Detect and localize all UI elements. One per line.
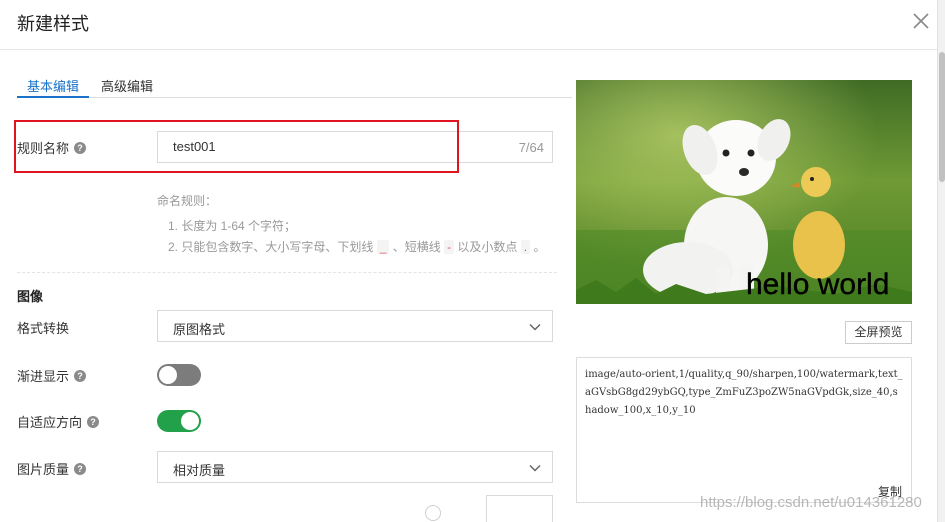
- help-icon[interactable]: ?: [74, 369, 87, 382]
- auto-orient-label-text: 自适应方向: [17, 415, 83, 430]
- naming-rules-heading: 命名规则：: [157, 194, 218, 208]
- rule-name-label-text: 规则名称: [17, 141, 70, 156]
- format-select[interactable]: 原图格式: [157, 310, 553, 342]
- vertical-scrollbar[interactable]: [937, 0, 945, 522]
- dialog-title: 新建样式: [17, 14, 89, 34]
- format-select-value: 原图格式: [173, 322, 226, 337]
- preview-watermark-text: hello world: [746, 268, 889, 301]
- auto-orient-label: 自适应方向 ?: [17, 412, 100, 431]
- section-divider: [17, 272, 557, 273]
- char-counter: 7/64: [518, 140, 544, 155]
- format-label-text: 格式转换: [17, 321, 70, 336]
- rule-name-label: 规则名称 ?: [17, 138, 87, 157]
- naming-rule-1: 1. 长度为 1-64 个字符；: [168, 219, 297, 233]
- quality-select[interactable]: 相对质量: [157, 451, 553, 483]
- style-code-box: image/auto-orient,1/quality,q_90/sharpen…: [576, 357, 912, 503]
- quality-label-text: 图片质量: [17, 462, 70, 477]
- naming-rule-2-dot-text: 以及小数点: [457, 240, 518, 254]
- format-label: 格式转换: [17, 318, 69, 337]
- progressive-label-text: 渐进显示: [17, 369, 70, 384]
- toggle-knob: [159, 366, 177, 384]
- chevron-down-icon: [529, 464, 541, 472]
- help-icon[interactable]: ?: [87, 415, 100, 428]
- progressive-toggle[interactable]: [157, 364, 201, 386]
- toggle-knob: [181, 412, 199, 430]
- blog-watermark: https://blog.csdn.net/u014361280: [700, 494, 922, 511]
- help-icon[interactable]: ?: [74, 462, 87, 475]
- rule-name-field[interactable]: 7/64: [157, 131, 553, 163]
- help-icon[interactable]: ?: [74, 141, 87, 154]
- underscore-code: _: [376, 240, 390, 254]
- quality-number-input[interactable]: [486, 495, 553, 522]
- close-icon[interactable]: [910, 10, 932, 32]
- tab-basic-edit[interactable]: 基本编辑: [17, 78, 89, 98]
- naming-rule-2: 2. 只能包含数字、大小写字母、下划线 _ 、短横线 - 以及小数点 . 。: [168, 238, 545, 255]
- rule-name-input[interactable]: [173, 139, 473, 154]
- chevron-down-icon: [529, 323, 541, 331]
- image-section-title: 图像: [17, 289, 44, 304]
- dot-code: .: [520, 240, 531, 254]
- dash-code: -: [444, 240, 455, 254]
- quality-select-value: 相对质量: [173, 463, 226, 478]
- tab-advanced-edit[interactable]: 高级编辑: [101, 78, 153, 98]
- quality-slider-handle[interactable]: [425, 505, 441, 521]
- preview-image: hello world: [576, 80, 912, 304]
- progressive-label: 渐进显示 ?: [17, 366, 87, 385]
- quality-label: 图片质量 ?: [17, 459, 87, 478]
- naming-rule-2-text: 2. 只能包含数字、大小写字母、下划线: [168, 240, 374, 254]
- dialog-header: 新建样式: [0, 0, 937, 50]
- scrollbar-thumb[interactable]: [939, 52, 945, 182]
- fullscreen-preview-button[interactable]: 全屏预览: [845, 321, 912, 344]
- naming-rule-2-end: 。: [533, 240, 546, 254]
- new-style-dialog: 新建样式 基本编辑 高级编辑 规则名称 ? 7/64 命名规则： 1. 长度为 …: [0, 0, 945, 522]
- edit-tabs: 基本编辑 高级编辑: [17, 78, 572, 98]
- naming-rule-2-dash-text: 、短横线: [392, 240, 441, 254]
- auto-orient-toggle[interactable]: [157, 410, 201, 432]
